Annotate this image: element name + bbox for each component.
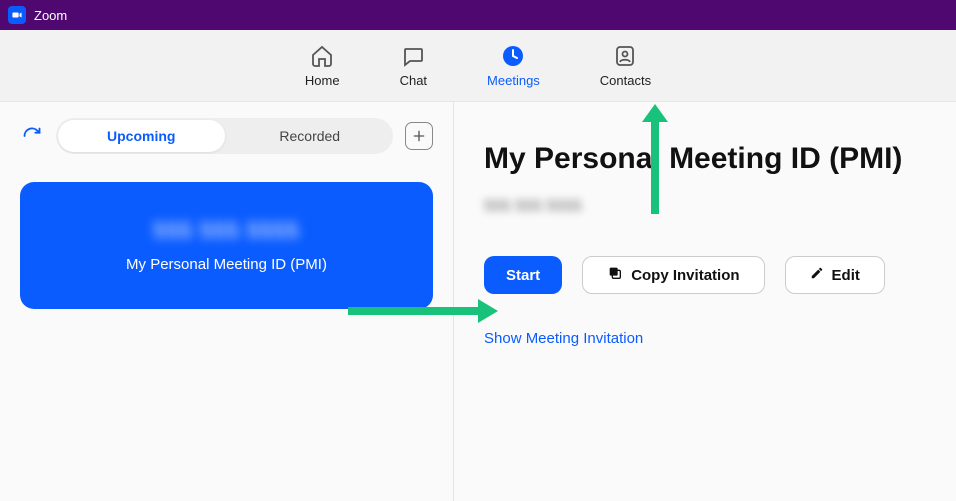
titlebar: Zoom: [0, 0, 956, 30]
action-row: Start Copy Invitation Edit: [484, 256, 926, 294]
pmi-card-label: My Personal Meeting ID (PMI): [40, 256, 413, 273]
sidebar-tabs: Upcoming Recorded: [56, 118, 393, 154]
nav-chat[interactable]: Chat: [400, 43, 427, 88]
nav-home-label: Home: [305, 73, 340, 88]
detail-pmi-number: 555 555 5555: [484, 198, 582, 216]
refresh-icon[interactable]: [20, 124, 44, 148]
pmi-card[interactable]: 555 555 5555 My Personal Meeting ID (PMI…: [20, 182, 433, 309]
detail-pane: My Personal Meeting ID (PMI) 555 555 555…: [454, 102, 956, 501]
show-invitation-link[interactable]: Show Meeting Invitation: [484, 330, 926, 347]
sidebar-top: Upcoming Recorded: [20, 118, 433, 154]
tab-upcoming[interactable]: Upcoming: [58, 120, 225, 152]
nav-meetings[interactable]: Meetings: [487, 43, 540, 88]
edit-label: Edit: [832, 267, 860, 284]
nav-meetings-label: Meetings: [487, 73, 540, 88]
window-title: Zoom: [34, 8, 67, 23]
nav-contacts[interactable]: Contacts: [600, 43, 651, 88]
start-button[interactable]: Start: [484, 256, 562, 294]
contacts-icon: [612, 43, 638, 69]
nav-chat-label: Chat: [400, 73, 427, 88]
pmi-card-number: 555 555 5555: [153, 218, 300, 244]
copy-invitation-label: Copy Invitation: [631, 267, 739, 284]
copy-icon: [607, 265, 623, 285]
pencil-icon: [810, 266, 824, 284]
top-nav: Home Chat Meetings Contacts: [0, 30, 956, 102]
nav-contacts-label: Contacts: [600, 73, 651, 88]
home-icon: [309, 43, 335, 69]
content: Upcoming Recorded 555 555 5555 My Person…: [0, 102, 956, 501]
page-title: My Personal Meeting ID (PMI): [484, 142, 926, 176]
sidebar: Upcoming Recorded 555 555 5555 My Person…: [0, 102, 454, 501]
add-meeting-button[interactable]: [405, 122, 433, 150]
chat-icon: [400, 43, 426, 69]
tab-recorded[interactable]: Recorded: [227, 120, 394, 152]
clock-icon: [500, 43, 526, 69]
copy-invitation-button[interactable]: Copy Invitation: [582, 256, 764, 294]
nav-home[interactable]: Home: [305, 43, 340, 88]
zoom-logo: [8, 6, 26, 24]
edit-button[interactable]: Edit: [785, 256, 885, 294]
